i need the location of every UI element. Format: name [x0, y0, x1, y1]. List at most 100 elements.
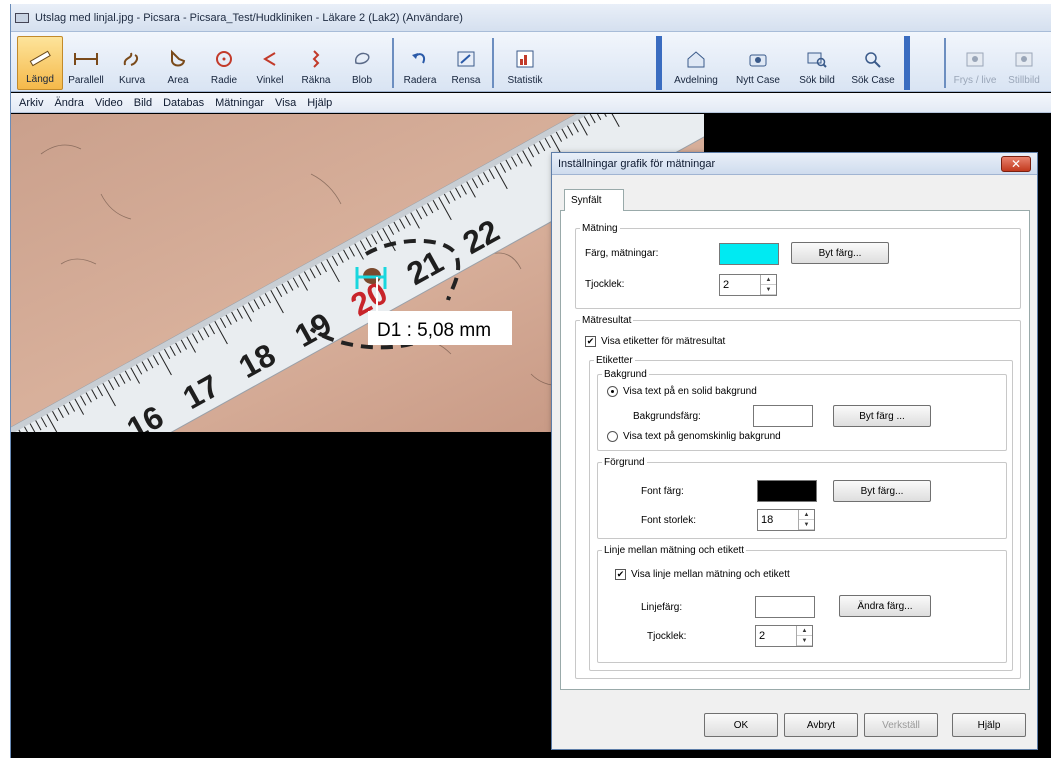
- solid-bg-label: Visa text på en solid bakgrund: [623, 386, 757, 397]
- capture-tools-group: Frys / live Stillbild: [941, 36, 1047, 90]
- line-thickness-stepper[interactable]: ▲▼: [755, 625, 813, 647]
- menu-bar: Arkiv Ändra Video Bild Databas Mätningar…: [11, 93, 1051, 113]
- menu-video[interactable]: Video: [95, 97, 123, 109]
- tool-label: Blob: [351, 75, 372, 86]
- spin-down-icon[interactable]: ▼: [799, 520, 814, 530]
- ok-button[interactable]: OK: [704, 713, 778, 737]
- spin-up-icon[interactable]: ▲: [799, 510, 814, 520]
- menu-bild[interactable]: Bild: [134, 97, 152, 109]
- tool-label: Rensa: [451, 75, 481, 86]
- measure-tools-group: Längd Parallell Kurva Area Radie Vinkel …: [17, 36, 385, 90]
- apply-button[interactable]: Verkställ: [864, 713, 938, 737]
- line-color-label: Linjefärg:: [641, 602, 683, 613]
- tool-label: Parallell: [68, 75, 104, 86]
- cancel-button[interactable]: Avbryt: [784, 713, 858, 737]
- search-image-icon: [804, 48, 830, 70]
- tool-sok-bild-button[interactable]: Sök bild: [789, 36, 845, 90]
- line-legend: Linje mellan mätning och etikett: [604, 545, 745, 556]
- undo-icon: [407, 48, 433, 70]
- bg-color-label: Bakgrundsfärg:: [633, 411, 701, 422]
- show-line-checkbox[interactable]: ✔ Visa linje mellan mätning och etikett: [615, 569, 790, 580]
- change-line-color-button[interactable]: Ändra färg...: [839, 595, 931, 617]
- tool-label: Statistik: [507, 75, 543, 86]
- app-window: Utslag med linjal.jpg - Picsara - Picsar…: [10, 4, 1051, 758]
- camera-icon: [962, 48, 988, 70]
- change-color-button[interactable]: Byt färg...: [791, 242, 889, 264]
- help-button[interactable]: Hjälp: [952, 713, 1026, 737]
- dialog-title-bar: Inställningar grafik för mätningar ✕: [552, 153, 1037, 175]
- tool-label: Sök bild: [799, 75, 835, 86]
- change-bg-color-button[interactable]: Byt färg ...: [833, 405, 931, 427]
- tool-rensa-button[interactable]: Rensa: [443, 36, 489, 90]
- tool-nytt-case-button[interactable]: Nytt Case: [727, 36, 789, 90]
- color-label: Färg, mätningar:: [585, 248, 659, 259]
- tool-blob-button[interactable]: Blob: [339, 36, 385, 90]
- spin-up-icon[interactable]: ▲: [761, 275, 776, 285]
- check-icon: ✔: [585, 336, 596, 347]
- show-labels-checkbox[interactable]: ✔ Visa etiketter för mätresultat: [585, 336, 725, 347]
- toolbar-grip[interactable]: [904, 36, 910, 90]
- line-thickness-input[interactable]: [757, 627, 795, 645]
- spin-up-icon[interactable]: ▲: [797, 626, 812, 636]
- toolbar-grip[interactable]: [656, 36, 662, 90]
- spin-down-icon[interactable]: ▼: [797, 636, 812, 646]
- tool-statistik-button[interactable]: Statistik: [497, 36, 553, 90]
- tool-label: Avdelning: [674, 75, 718, 86]
- bakgrund-legend: Bakgrund: [604, 369, 647, 380]
- tool-label: Stillbild: [1008, 75, 1040, 86]
- tool-avdelning-button[interactable]: Avdelning: [665, 36, 727, 90]
- tool-label: Kurva: [118, 75, 146, 86]
- tool-frys-live-button[interactable]: Frys / live: [949, 36, 1001, 90]
- statistics-icon: [512, 48, 538, 70]
- font-color-swatch: [757, 480, 817, 502]
- tool-langd-button[interactable]: Längd: [17, 36, 63, 90]
- measurement-label[interactable]: D1 : 5,08 mm: [377, 320, 491, 341]
- matresultat-legend: Mätresultat: [582, 315, 632, 326]
- tool-stillbild-button[interactable]: Stillbild: [1001, 36, 1047, 90]
- radius-icon: [211, 48, 237, 70]
- tool-label: Sök Case: [851, 75, 895, 86]
- menu-matningar[interactable]: Mätningar: [215, 97, 264, 109]
- tool-radie-button[interactable]: Radie: [201, 36, 247, 90]
- thickness-stepper[interactable]: ▲▼: [719, 274, 777, 296]
- tool-sok-case-button[interactable]: Sök Case: [845, 36, 901, 90]
- house-icon: [683, 48, 709, 70]
- line-thickness-label: Tjocklek:: [647, 631, 687, 642]
- area-icon: [165, 48, 191, 70]
- tool-area-button[interactable]: Area: [155, 36, 201, 90]
- font-size-label: Font storlek:: [641, 515, 697, 526]
- settings-dialog: Inställningar grafik för mätningar ✕ Syn…: [551, 152, 1038, 750]
- change-font-color-button[interactable]: Byt färg...: [833, 480, 931, 502]
- camera-icon: [745, 48, 771, 70]
- spin-down-icon[interactable]: ▼: [761, 285, 776, 295]
- tool-label: Radera: [403, 75, 437, 86]
- tool-vinkel-button[interactable]: Vinkel: [247, 36, 293, 90]
- curve-icon: [119, 48, 145, 70]
- count-icon: [303, 48, 329, 70]
- solid-bg-radio[interactable]: Visa text på en solid bakgrund: [607, 386, 757, 397]
- menu-andra[interactable]: Ändra: [54, 97, 83, 109]
- font-color-label: Font färg:: [641, 486, 684, 497]
- search-case-icon: [860, 48, 886, 70]
- radio-empty-icon: [607, 431, 618, 442]
- tab-synfalt[interactable]: Synfält: [564, 189, 624, 211]
- menu-arkiv[interactable]: Arkiv: [19, 97, 43, 109]
- thickness-input[interactable]: [721, 276, 759, 294]
- menu-hjalp[interactable]: Hjälp: [307, 97, 332, 109]
- camera-icon: [1011, 48, 1037, 70]
- close-icon[interactable]: ✕: [1001, 156, 1031, 172]
- transparent-bg-radio[interactable]: Visa text på genomskinlig bakgrund: [607, 431, 781, 442]
- menu-databas[interactable]: Databas: [163, 97, 204, 109]
- tool-radera-button[interactable]: Radera: [397, 36, 443, 90]
- toolbar-separator: [489, 36, 497, 92]
- tab-panel: Mätning Färg, mätningar: Byt färg... Tjo…: [560, 210, 1030, 690]
- tool-label: Nytt Case: [736, 75, 780, 86]
- font-size-input[interactable]: [759, 511, 797, 529]
- tool-rakna-button[interactable]: Räkna: [293, 36, 339, 90]
- tool-kurva-button[interactable]: Kurva: [109, 36, 155, 90]
- case-tools-group: Avdelning Nytt Case Sök bild Sök Case: [653, 36, 913, 90]
- font-size-stepper[interactable]: ▲▼: [757, 509, 815, 531]
- tool-parallell-button[interactable]: Parallell: [63, 36, 109, 90]
- menu-visa[interactable]: Visa: [275, 97, 296, 109]
- main-toolbar: Längd Parallell Kurva Area Radie Vinkel …: [11, 32, 1051, 92]
